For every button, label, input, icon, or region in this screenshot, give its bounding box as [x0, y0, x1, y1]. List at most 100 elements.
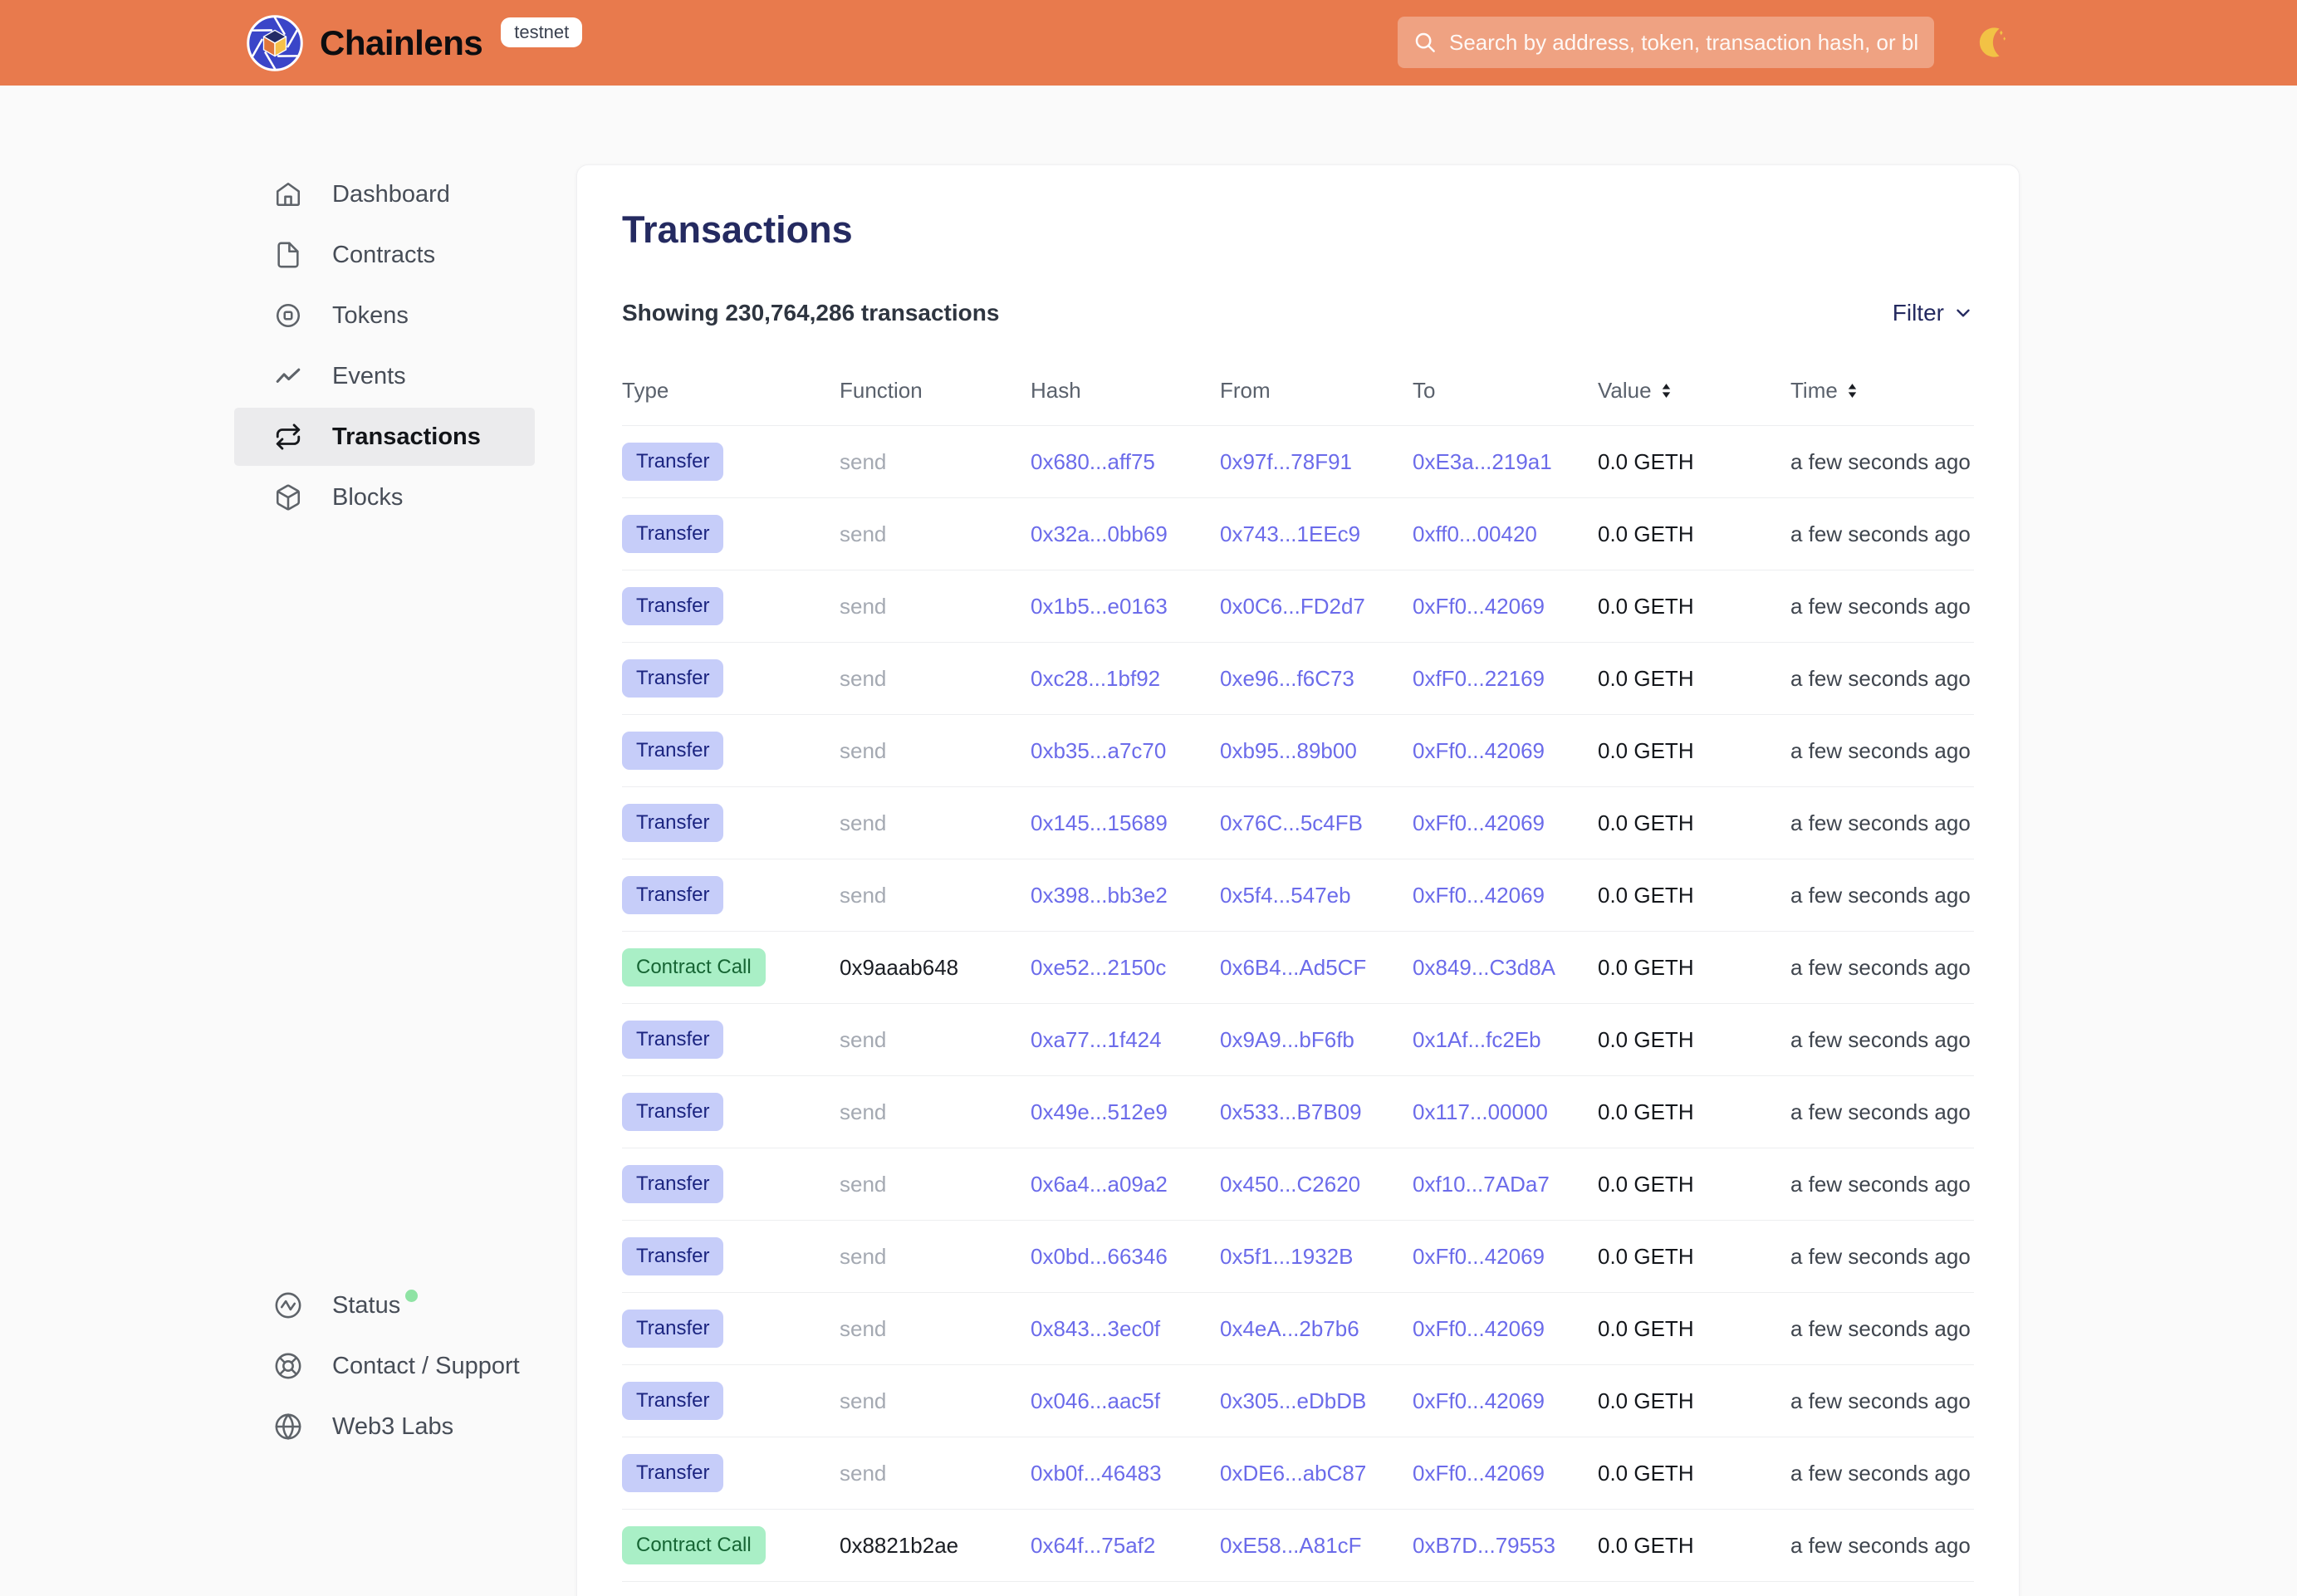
to-address-link[interactable]: 0xf10...7ADa7 — [1413, 1172, 1550, 1197]
tx-hash-link[interactable]: 0xc28...1bf92 — [1031, 666, 1160, 691]
tx-time: a few seconds ago — [1790, 449, 1971, 474]
from-address-link[interactable]: 0x97f...78F91 — [1220, 449, 1352, 474]
sidebar-item-events[interactable]: Events — [234, 347, 535, 405]
to-address-link[interactable]: 0x849...C3d8A — [1413, 955, 1555, 980]
filter-button[interactable]: Filter — [1893, 300, 1974, 326]
tx-type-badge: Transfer — [622, 1165, 723, 1203]
tx-hash-link[interactable]: 0x1b5...e0163 — [1031, 594, 1168, 619]
tx-function: send — [840, 1027, 886, 1052]
from-address-link[interactable]: 0x9A9...bF6fb — [1220, 1027, 1354, 1052]
sidebar-item-label: Transactions — [332, 423, 481, 451]
tx-hash-link[interactable]: 0x046...aac5f — [1031, 1388, 1160, 1413]
dark-mode-toggle[interactable] — [1975, 23, 2013, 61]
to-address-link[interactable]: 0xFf0...42069 — [1413, 1244, 1545, 1269]
tx-hash-link[interactable]: 0xa77...1f424 — [1031, 1027, 1162, 1052]
tx-time: a few seconds ago — [1790, 1316, 1971, 1341]
to-address-link[interactable]: 0xFf0...42069 — [1413, 810, 1545, 835]
to-address-link[interactable]: 0xFf0...42069 — [1413, 1388, 1545, 1413]
to-address-link[interactable]: 0xfF0...22169 — [1413, 666, 1545, 691]
chevron-down-icon — [1952, 302, 1974, 324]
brand[interactable]: Chainlens testnet — [245, 13, 582, 73]
tx-type-badge: Transfer — [622, 1237, 723, 1275]
from-address-link[interactable]: 0x5f4...547eb — [1220, 883, 1351, 908]
sidebar-item-web3-labs[interactable]: Web3 Labs — [234, 1398, 535, 1456]
tx-hash-link[interactable]: 0xe52...2150c — [1031, 955, 1166, 980]
from-address-link[interactable]: 0x76C...5c4FB — [1220, 810, 1363, 835]
sidebar-footer-nav: Status Contact / Support Web3 Labs — [234, 1276, 535, 1458]
from-address-link[interactable]: 0x5f1...1932B — [1220, 1244, 1353, 1269]
transactions-count-summary: Showing 230,764,286 transactions — [622, 300, 999, 326]
tx-hash-link[interactable]: 0x843...3ec0f — [1031, 1316, 1160, 1341]
sidebar-item-contracts[interactable]: Contracts — [234, 226, 535, 284]
tx-hash-link[interactable]: 0x6a4...a09a2 — [1031, 1172, 1168, 1197]
tx-value: 0.0 GETH — [1598, 1099, 1694, 1124]
page-title: Transactions — [622, 208, 1974, 252]
search-input[interactable] — [1449, 30, 1919, 56]
sidebar-item-dashboard[interactable]: Dashboard — [234, 165, 535, 223]
to-address-link[interactable]: 0xFf0...42069 — [1413, 1316, 1545, 1341]
tx-value: 0.0 GETH — [1598, 1027, 1694, 1052]
tx-value: 0.0 GETH — [1598, 883, 1694, 908]
tx-type-badge: Transfer — [622, 1310, 723, 1348]
from-address-link[interactable]: 0x6B4...Ad5CF — [1220, 955, 1366, 980]
column-header-value[interactable]: Value — [1598, 378, 1790, 404]
to-address-link[interactable]: 0xFf0...42069 — [1413, 1461, 1545, 1486]
table-body: Transfer send 0x680...aff75 0x97f...78F91 0x… — [622, 426, 1974, 1582]
tx-hash-link[interactable]: 0xb35...a7c70 — [1031, 738, 1166, 763]
testnet-badge: testnet — [501, 17, 582, 47]
sidebar-item-tokens[interactable]: Tokens — [234, 286, 535, 345]
sidebar-nav: Dashboard Contracts Tokens Events T — [234, 165, 535, 529]
table-row: Contract Call0x9aaab6480xe52...2150c0x6B… — [622, 932, 1974, 1004]
home-icon — [274, 180, 302, 208]
tx-type-badge: Contract Call — [622, 948, 766, 986]
tx-hash-link[interactable]: 0x0bd...66346 — [1031, 1244, 1168, 1269]
tx-function: send — [840, 1099, 886, 1124]
from-address-link[interactable]: 0xb95...89b00 — [1220, 738, 1357, 763]
tx-hash-link[interactable]: 0x49e...512e9 — [1031, 1099, 1168, 1124]
from-address-link[interactable]: 0xDE6...abC87 — [1220, 1461, 1366, 1486]
tx-hash-link[interactable]: 0x680...aff75 — [1031, 449, 1155, 474]
to-address-link[interactable]: 0xFf0...42069 — [1413, 738, 1545, 763]
filter-label: Filter — [1893, 300, 1944, 326]
to-address-link[interactable]: 0x117...00000 — [1413, 1099, 1548, 1124]
tx-value: 0.0 GETH — [1598, 810, 1694, 835]
global-search — [1398, 17, 1934, 68]
table-row: Transfersend0x0bd...663460x5f1...1932B0x… — [622, 1221, 1974, 1293]
sidebar-item-blocks[interactable]: Blocks — [234, 468, 535, 526]
tx-time: a few seconds ago — [1790, 883, 1971, 908]
to-address-link[interactable]: 0xFf0...42069 — [1413, 594, 1545, 619]
tx-hash-link[interactable]: 0x145...15689 — [1031, 810, 1168, 835]
from-address-link[interactable]: 0xe96...f6C73 — [1220, 666, 1354, 691]
tx-hash-link[interactable]: 0x64f...75af2 — [1031, 1533, 1155, 1558]
tx-hash-link[interactable]: 0xb0f...46483 — [1031, 1461, 1162, 1486]
tx-value: 0.0 GETH — [1598, 1388, 1694, 1413]
from-address-link[interactable]: 0x0C6...FD2d7 — [1220, 594, 1365, 619]
from-address-link[interactable]: 0x450...C2620 — [1220, 1172, 1360, 1197]
table-row: Transfersend0xc28...1bf920xe96...f6C730x… — [622, 643, 1974, 715]
table-row: Transfersend0x843...3ec0f0x4eA...2b7b60x… — [622, 1293, 1974, 1365]
sidebar-item-status[interactable]: Status — [234, 1276, 535, 1334]
column-header-time[interactable]: Time — [1790, 378, 1974, 404]
tx-type-badge: Transfer — [622, 1454, 723, 1492]
to-address-link[interactable]: 0xFf0...42069 — [1413, 883, 1545, 908]
from-address-link[interactable]: 0x743...1EEc9 — [1220, 521, 1360, 546]
column-label: To — [1413, 378, 1435, 404]
column-label: Time — [1790, 378, 1838, 404]
from-address-link[interactable]: 0x305...eDbDB — [1220, 1388, 1366, 1413]
table-row: Transfersend0x6a4...a09a20x450...C26200x… — [622, 1148, 1974, 1221]
tx-time: a few seconds ago — [1790, 666, 1971, 691]
from-address-link[interactable]: 0xE58...A81cF — [1220, 1533, 1362, 1558]
to-address-link[interactable]: 0xff0...00420 — [1413, 521, 1537, 546]
tx-function: send — [840, 666, 886, 691]
to-address-link[interactable]: 0xB7D...79553 — [1413, 1533, 1555, 1558]
tx-function: send — [840, 449, 886, 474]
tx-hash-link[interactable]: 0x32a...0bb69 — [1031, 521, 1168, 546]
from-address-link[interactable]: 0x4eA...2b7b6 — [1220, 1316, 1359, 1341]
sidebar-item-transactions[interactable]: Transactions — [234, 408, 535, 466]
to-address-link[interactable]: 0x1Af...fc2Eb — [1413, 1027, 1541, 1052]
tx-hash-link[interactable]: 0x398...bb3e2 — [1031, 883, 1168, 908]
sidebar-item-contact-support[interactable]: Contact / Support — [234, 1337, 535, 1395]
to-address-link[interactable]: 0xE3a...219a1 — [1413, 449, 1552, 474]
from-address-link[interactable]: 0x533...B7B09 — [1220, 1099, 1362, 1124]
chainlens-logo-icon — [245, 13, 305, 73]
